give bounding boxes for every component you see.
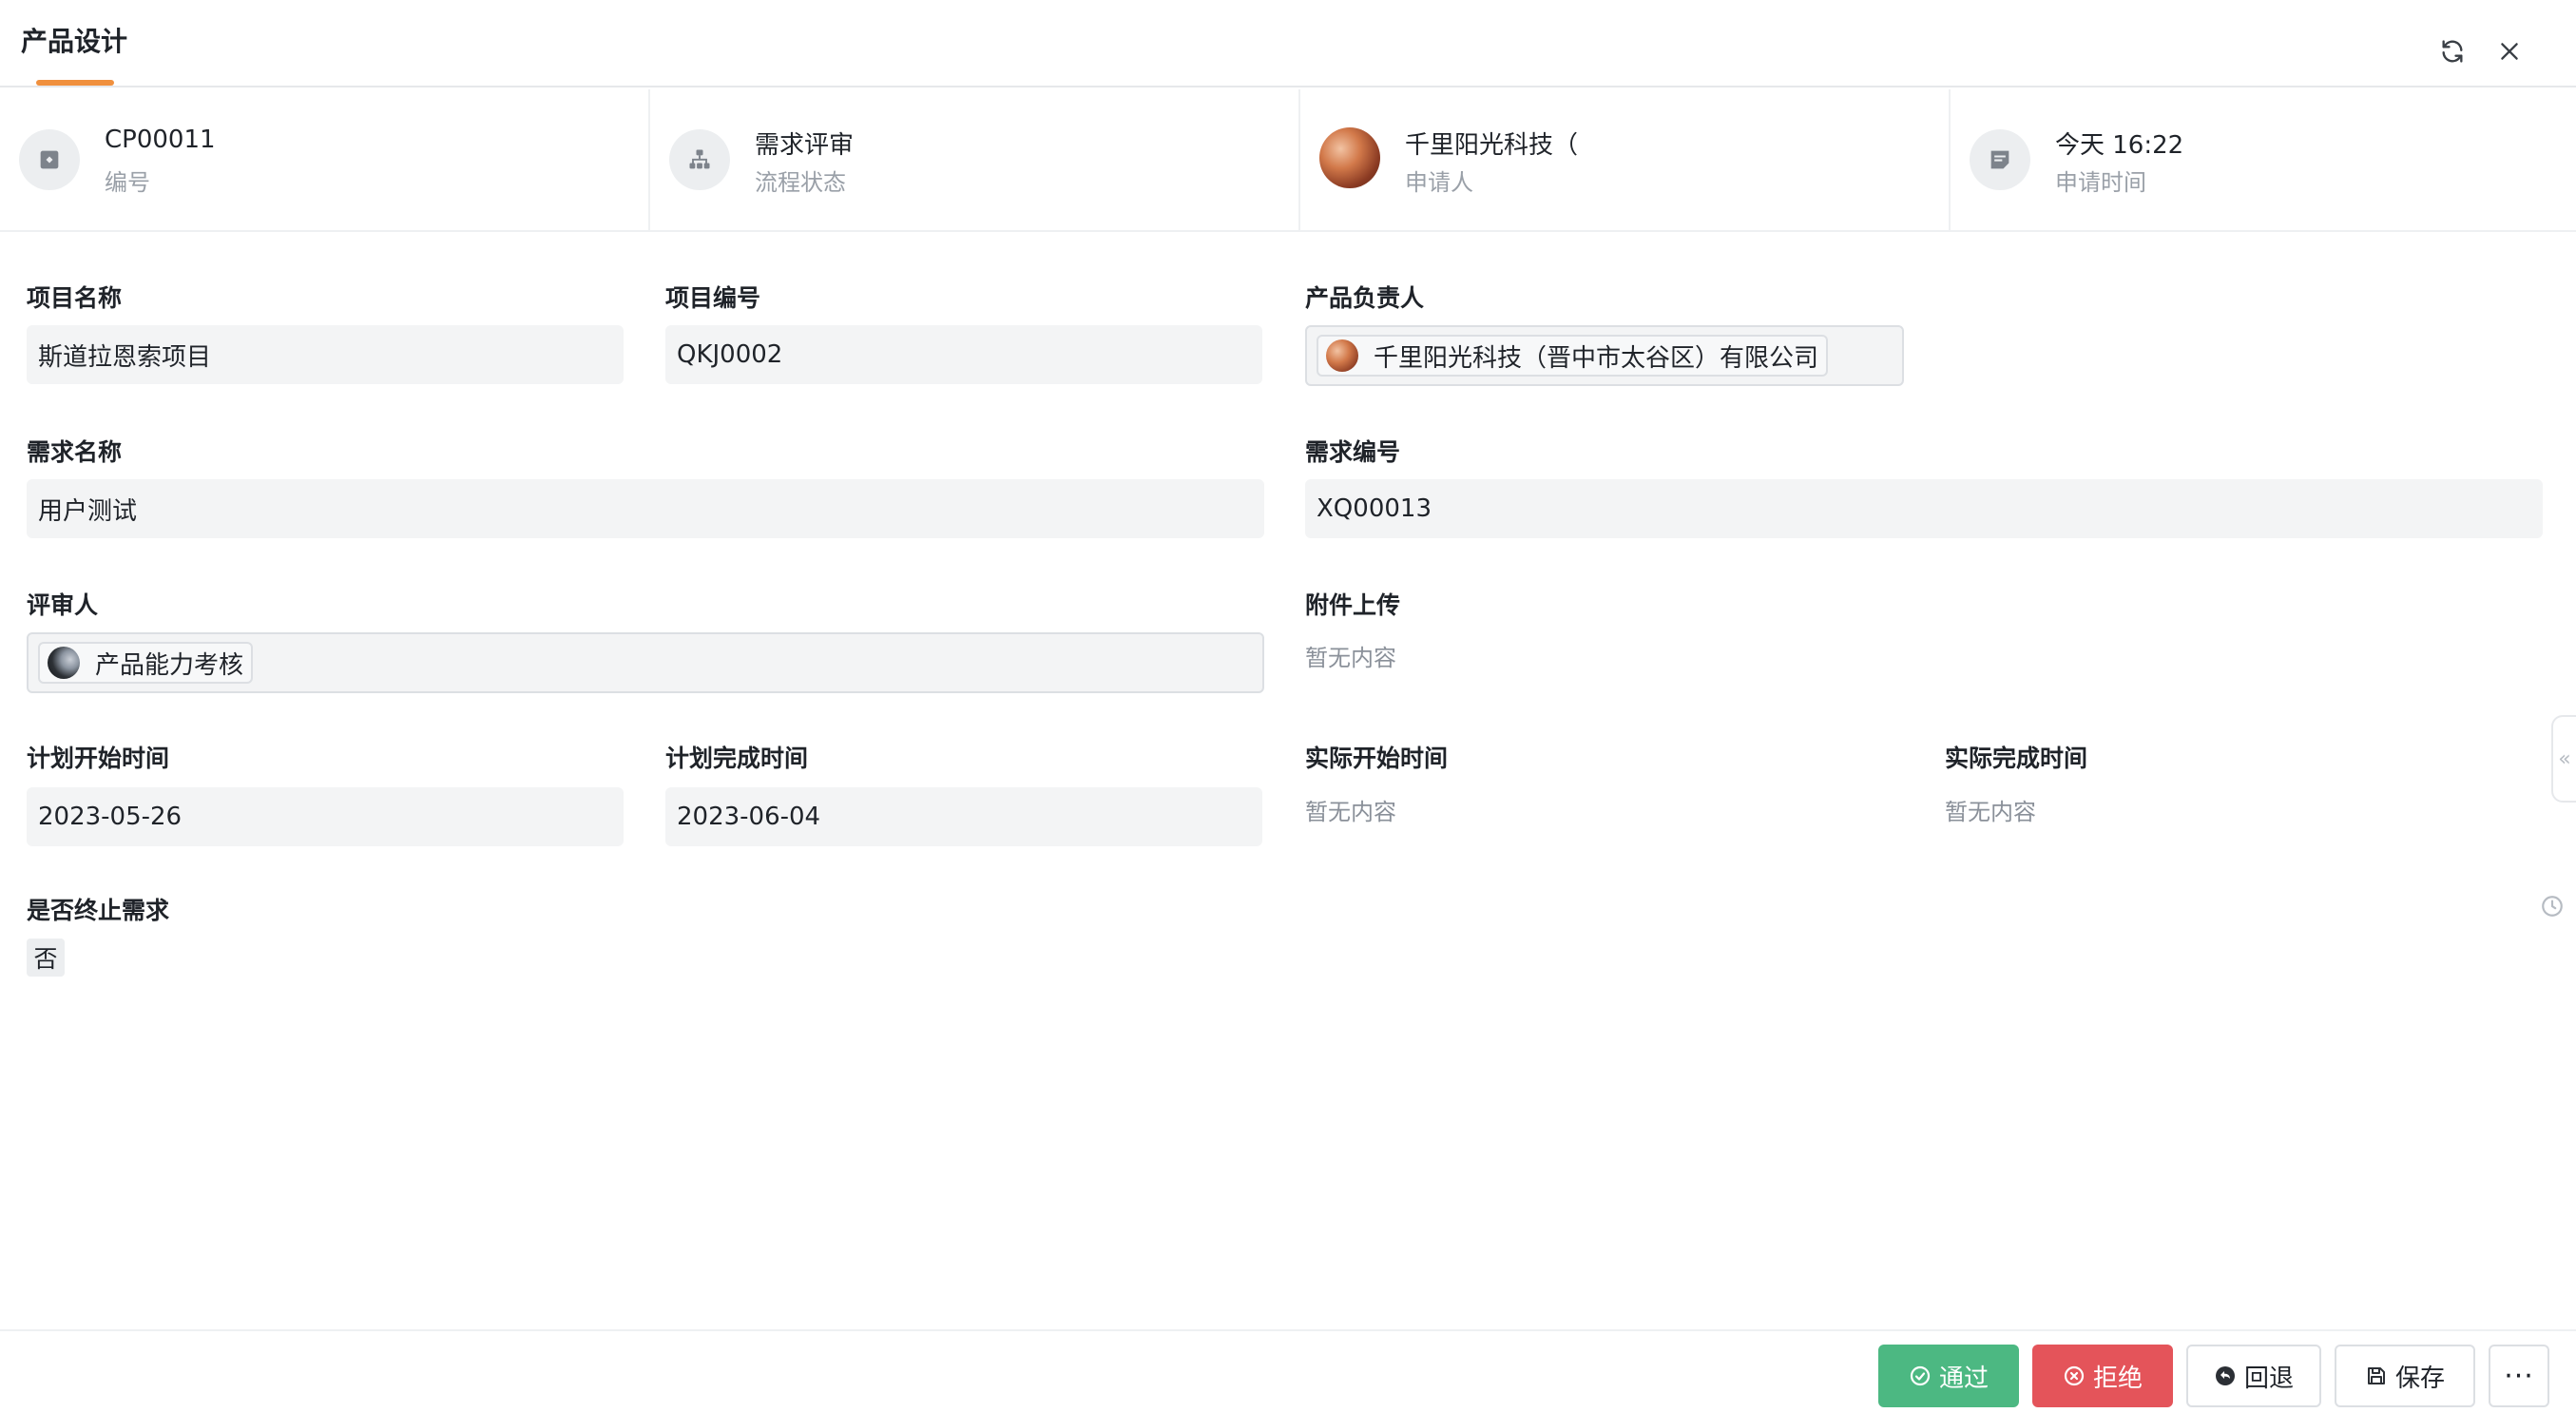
double-chevron-left-icon: « — [2558, 746, 2571, 771]
req-name-field[interactable]: 用户测试 — [27, 479, 1264, 538]
approve-label: 通过 — [1938, 1364, 1989, 1393]
product-owner-tag[interactable]: 千里阳光科技（晋中市太谷区）有限公司 — [1317, 335, 1829, 377]
project-name-field[interactable]: 斯道拉恩索项目 — [27, 325, 624, 384]
close-circle-icon — [2064, 1365, 2085, 1386]
reviewer-value: 产品能力考核 — [95, 650, 244, 680]
reject-button[interactable]: 拒绝 — [2032, 1345, 2173, 1407]
save-label: 保存 — [2394, 1364, 2445, 1393]
more-icon: ··· — [2504, 1359, 2534, 1393]
summary-status: 需求评审 流程状态 — [650, 89, 1300, 232]
project-code-value: QKJ0002 — [677, 340, 783, 369]
actual-end-empty: 暂无内容 — [1945, 799, 2036, 825]
applicant-avatar — [1319, 127, 1380, 188]
more-button[interactable]: ··· — [2489, 1345, 2549, 1407]
approve-button[interactable]: 通过 — [1878, 1345, 2019, 1407]
reject-label: 拒绝 — [2092, 1364, 2143, 1393]
reviewer-label: 评审人 — [27, 591, 99, 619]
summary-time: 今天 16:22 申请时间 — [1951, 89, 2576, 232]
avatar — [1326, 339, 1358, 372]
summary-applicant: 千里阳光科技（ 申请人 — [1300, 89, 1951, 232]
summary-code-label: 编号 — [105, 169, 150, 196]
save-icon — [2367, 1367, 2385, 1384]
terminate-label: 是否终止需求 — [27, 897, 170, 924]
summary-code-value: CP00011 — [105, 126, 216, 154]
req-name-label: 需求名称 — [27, 438, 123, 466]
dialog-title: 产品设计 — [21, 26, 128, 57]
project-code-field[interactable]: QKJ0002 — [665, 325, 1262, 384]
summary-time-value: 今天 16:22 — [2055, 131, 2184, 160]
actual-start-empty: 暂无内容 — [1305, 799, 1396, 825]
close-button[interactable] — [2490, 32, 2528, 70]
org-chart-icon — [669, 129, 730, 190]
rollback-label: 回退 — [2243, 1364, 2294, 1393]
plan-end-field[interactable]: 2023-06-04 — [665, 787, 1262, 846]
project-name-label: 项目名称 — [27, 284, 123, 312]
refresh-icon — [2442, 40, 2463, 63]
close-icon — [2501, 43, 2518, 60]
product-owner-value: 千里阳光科技（晋中市太谷区）有限公司 — [1374, 343, 1819, 373]
req-name-value: 用户测试 — [38, 496, 138, 526]
refresh-button[interactable] — [2433, 32, 2471, 70]
plan-start-value: 2023-05-26 — [38, 803, 183, 831]
tag-icon — [19, 129, 80, 190]
action-footer: 通过 拒绝 回退 保存 ··· — [0, 1329, 2576, 1413]
plan-start-field[interactable]: 2023-05-26 — [27, 787, 624, 846]
reviewer-field[interactable]: 产品能力考核 — [27, 632, 1264, 693]
project-code-label: 项目编号 — [665, 284, 761, 312]
attachment-label: 附件上传 — [1305, 591, 1401, 619]
summary-applicant-value: 千里阳光科技（ — [1405, 131, 1579, 160]
actual-start-label: 实际开始时间 — [1305, 745, 1449, 772]
summary-code: CP00011 编号 — [0, 89, 650, 232]
avatar — [48, 647, 80, 679]
summary-status-value: 需求评审 — [755, 131, 855, 160]
summary-bar: CP00011 编号 需求评审 流程状态 千里阳光科技（ 申请人 今天 16:2… — [0, 89, 2576, 232]
plan-start-label: 计划开始时间 — [27, 745, 170, 772]
summary-status-label: 流程状态 — [755, 169, 846, 196]
side-panel-toggle[interactable]: « — [2551, 715, 2576, 803]
check-circle-icon — [1910, 1365, 1931, 1386]
attachment-empty: 暂无内容 — [1305, 645, 1396, 671]
project-name-value: 斯道拉恩索项目 — [38, 342, 212, 372]
product-owner-field[interactable]: 千里阳光科技（晋中市太谷区）有限公司 — [1305, 325, 1904, 386]
title-tab-indicator — [36, 80, 114, 86]
rollback-button[interactable]: 回退 — [2186, 1345, 2321, 1407]
plan-end-value: 2023-06-04 — [677, 803, 821, 831]
terminate-value[interactable]: 否 — [27, 939, 65, 977]
history-button[interactable] — [2540, 894, 2565, 922]
req-code-label: 需求编号 — [1305, 438, 1401, 466]
save-button[interactable]: 保存 — [2335, 1345, 2475, 1407]
history-icon — [2542, 896, 2563, 917]
summary-applicant-label: 申请人 — [1405, 169, 1473, 196]
summary-time-label: 申请时间 — [2055, 169, 2146, 196]
note-icon — [1970, 129, 2030, 190]
req-code-field[interactable]: XQ00013 — [1305, 479, 2543, 538]
undo-icon — [2215, 1366, 2235, 1385]
req-code-value: XQ00013 — [1317, 494, 1432, 523]
actual-end-label: 实际完成时间 — [1945, 745, 2088, 772]
reviewer-tag[interactable]: 产品能力考核 — [38, 642, 254, 684]
product-owner-label: 产品负责人 — [1305, 284, 1425, 312]
plan-end-label: 计划完成时间 — [665, 745, 809, 772]
dialog-header: 产品设计 — [0, 0, 2576, 87]
